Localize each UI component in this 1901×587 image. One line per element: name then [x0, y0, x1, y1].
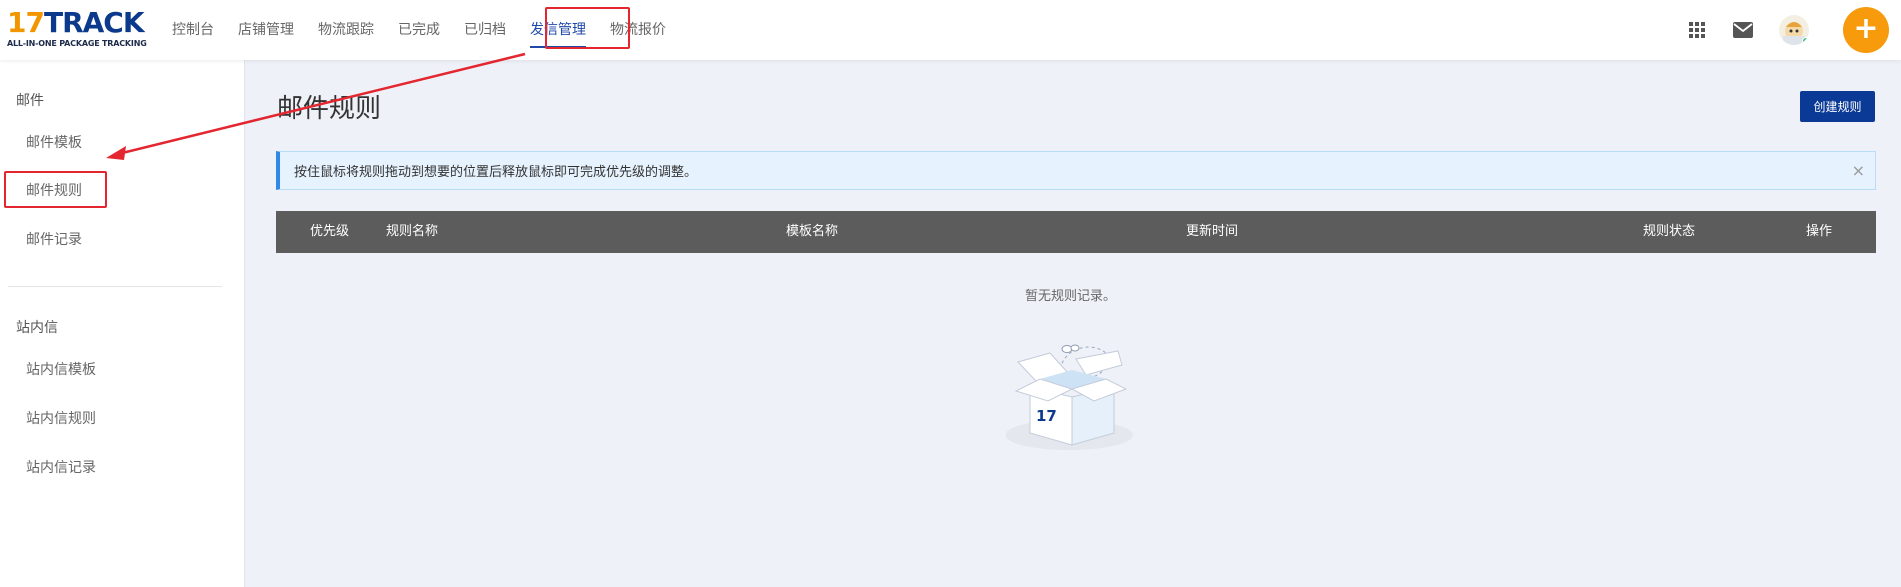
- close-icon[interactable]: ×: [1852, 161, 1865, 180]
- nav-item-messaging[interactable]: 发信管理: [518, 0, 598, 60]
- nav-item-completed[interactable]: 已完成: [386, 0, 452, 60]
- sidebar-divider: [8, 286, 222, 287]
- sidebar-item-email-records[interactable]: 邮件记录: [26, 229, 82, 249]
- logo-wordmark: 17TRACK: [7, 6, 145, 39]
- logo-number: 17: [7, 6, 45, 39]
- column-rule-status[interactable]: 规则状态: [1643, 211, 1695, 253]
- info-alert: 按住鼠标将规则拖动到想要的位置后释放鼠标即可完成优先级的调整。 ×: [276, 151, 1876, 190]
- add-button[interactable]: +: [1843, 7, 1889, 53]
- mail-icon[interactable]: [1729, 16, 1757, 44]
- table-header: 优先级 规则名称 模板名称 更新时间 规则状态 操作: [276, 211, 1876, 253]
- alert-text: 按住鼠标将规则拖动到想要的位置后释放鼠标即可完成优先级的调整。: [294, 165, 698, 180]
- page-title: 邮件规则: [277, 94, 382, 124]
- empty-box-illustration: 17: [1006, 344, 1133, 450]
- create-rule-button[interactable]: 创建规则: [1800, 91, 1875, 122]
- sidebar-item-email-templates[interactable]: 邮件模板: [26, 132, 82, 152]
- column-actions: 操作: [1806, 224, 1833, 239]
- nav-item-shipping-quote[interactable]: 物流报价: [598, 0, 678, 60]
- column-template-name[interactable]: 模板名称: [786, 211, 838, 253]
- online-status-dot: [1802, 37, 1809, 45]
- nav-item-archived[interactable]: 已归档: [452, 0, 518, 60]
- sidebar-item-inbox-records[interactable]: 站内信记录: [26, 457, 96, 477]
- nav-item-store-management[interactable]: 店铺管理: [226, 0, 306, 60]
- sidebar-item-email-rules[interactable]: 邮件规则: [26, 180, 82, 200]
- sidebar-group-email: 邮件: [16, 93, 44, 109]
- column-rule-name[interactable]: 规则名称: [386, 211, 438, 253]
- sidebar-item-inbox-templates[interactable]: 站内信模板: [26, 359, 96, 379]
- top-navbar: 17TRACK ALL-IN-ONE PACKAGE TRACKING 控制台 …: [0, 0, 1901, 60]
- nav-item-dashboard[interactable]: 控制台: [160, 0, 226, 60]
- grid-icon[interactable]: [1683, 16, 1711, 44]
- box-logo-text: 17: [1036, 407, 1057, 425]
- sidebar-item-inbox-rules[interactable]: 站内信规则: [26, 408, 96, 428]
- sidebar-group-inbox: 站内信: [16, 320, 58, 336]
- avatar[interactable]: [1779, 15, 1809, 45]
- top-right-actions: +: [1683, 0, 1901, 60]
- empty-state-text: 暂无规则记录。: [1025, 289, 1117, 304]
- logo-tagline: ALL-IN-ONE PACKAGE TRACKING: [7, 39, 147, 48]
- logo[interactable]: 17TRACK ALL-IN-ONE PACKAGE TRACKING: [7, 6, 147, 49]
- sidebar: 邮件 邮件模板 邮件规则 邮件记录 站内信 站内信模板 站内信规则 站内信记录: [0, 60, 245, 587]
- nav-item-tracking[interactable]: 物流跟踪: [306, 0, 386, 60]
- main-nav: 控制台 店铺管理 物流跟踪 已完成 已归档 发信管理 物流报价: [160, 0, 678, 60]
- column-updated-time[interactable]: 更新时间: [1186, 211, 1238, 253]
- logo-word: TRACK: [43, 6, 145, 39]
- column-priority[interactable]: 优先级: [310, 211, 349, 253]
